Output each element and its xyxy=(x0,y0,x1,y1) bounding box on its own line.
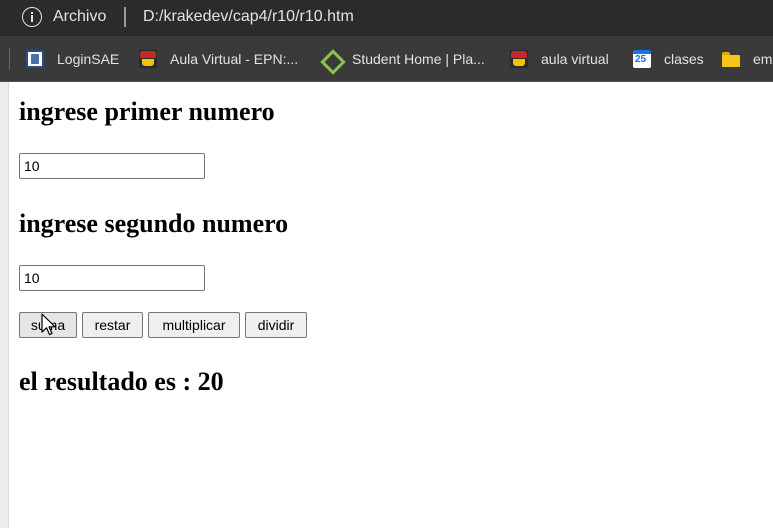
address-bar[interactable]: Archivo D:/krakedev/cap4/r10/r10.htm xyxy=(0,0,773,36)
bookmark-label: clases xyxy=(664,51,704,67)
bookmark-label: Student Home | Pla... xyxy=(352,51,485,67)
bookmarks-separator xyxy=(9,48,10,70)
address-label: Archivo xyxy=(53,8,107,25)
address-url[interactable]: D:/krakedev/cap4/r10/r10.htm xyxy=(143,8,354,26)
mouse-cursor-icon xyxy=(41,313,56,336)
second-number-heading: ingrese segundo numero xyxy=(19,209,289,238)
owl-icon xyxy=(510,50,528,68)
diamond-icon xyxy=(321,50,339,68)
bookmark-student-home[interactable]: Student Home | Pla... xyxy=(321,48,485,70)
bookmark-label: LoginSAE xyxy=(57,51,120,67)
address-separator xyxy=(124,7,126,27)
subtract-button[interactable]: restar xyxy=(82,312,143,338)
second-number-input[interactable] xyxy=(19,265,205,291)
result-text: el resultado es : 20 xyxy=(19,367,224,396)
first-number-heading: ingrese primer numero xyxy=(19,97,275,126)
bookmark-aula-virtual[interactable]: aula virtual xyxy=(510,48,609,70)
info-icon[interactable] xyxy=(22,7,42,27)
login-sae-icon xyxy=(26,50,44,68)
bookmark-loginsae[interactable]: LoginSAE xyxy=(26,48,119,70)
bookmark-label: em xyxy=(753,51,773,67)
calendar-icon xyxy=(633,50,651,68)
owl-icon xyxy=(139,50,157,68)
bookmark-aula-virtual-epn[interactable]: Aula Virtual - EPN:... xyxy=(139,48,298,70)
first-number-input[interactable] xyxy=(19,153,205,179)
bookmark-clases[interactable]: clases xyxy=(633,48,704,70)
multiply-button[interactable]: multiplicar xyxy=(148,312,240,338)
bookmark-folder[interactable]: em xyxy=(722,48,772,70)
divide-button[interactable]: dividir xyxy=(245,312,307,338)
side-panel-edge xyxy=(0,82,9,528)
bookmarks-bar: LoginSAE Aula Virtual - EPN:... Student … xyxy=(0,36,773,82)
bookmark-label: Aula Virtual - EPN:... xyxy=(170,51,299,67)
bookmark-label: aula virtual xyxy=(541,51,609,67)
folder-icon xyxy=(722,50,740,68)
